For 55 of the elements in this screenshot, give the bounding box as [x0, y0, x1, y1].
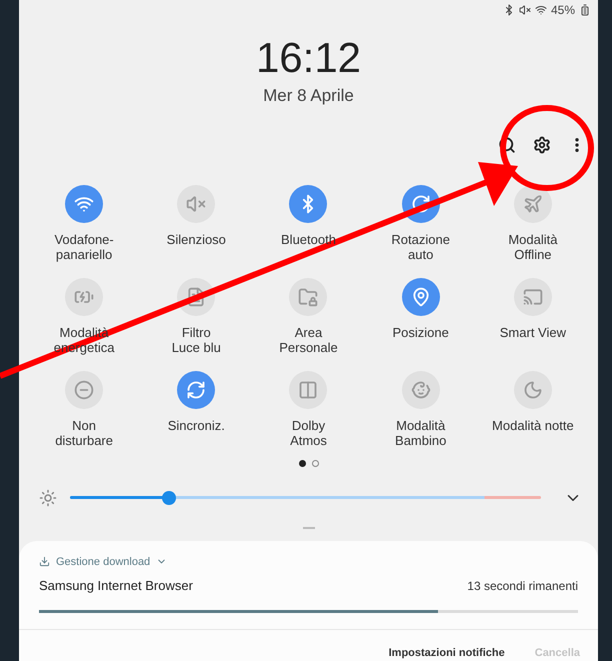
folder-icon	[298, 286, 318, 307]
toggle-label: Modalità notte	[492, 418, 574, 433]
toggle-button[interactable]	[177, 370, 216, 409]
search-icon[interactable]	[498, 136, 516, 154]
battery-status-icon	[579, 4, 591, 16]
toggle-label: Non disturbare	[55, 418, 113, 448]
minus-circle-icon	[74, 380, 94, 400]
toggle-label: Smart View	[500, 324, 566, 340]
toggle-button[interactable]	[65, 278, 104, 316]
toggle-button[interactable]	[514, 278, 552, 316]
brightness-slider[interactable]	[70, 490, 541, 505]
toggle-button[interactable]	[402, 370, 440, 409]
notification-title: Samsung Internet Browser	[39, 577, 193, 595]
toggle-label: Filtro Luce blu	[172, 324, 221, 355]
cast-icon	[522, 286, 543, 307]
download-icon	[39, 556, 50, 568]
toggle-button[interactable]	[514, 370, 552, 409]
sync-icon	[186, 380, 206, 400]
toggle-label: Area Personale	[279, 324, 338, 355]
location-pin-icon	[410, 286, 431, 307]
mute-icon	[186, 194, 206, 214]
toggle-button[interactable]	[289, 278, 328, 316]
app-name: Gestione download	[56, 554, 150, 570]
toggle-label: Bluetooth	[281, 232, 336, 247]
settings-icon[interactable]	[533, 136, 551, 154]
time-remaining: 13 secondi rimanenti	[467, 578, 578, 595]
battery-percent: 45%	[550, 2, 575, 19]
toggle-label: Modalità Bambino	[395, 418, 446, 448]
toggle-button[interactable]	[289, 370, 328, 409]
date-text: Mer 8 Aprile	[263, 84, 354, 107]
toggle-label: Vodafone- panariello	[54, 232, 114, 262]
toggle-button[interactable]	[65, 184, 104, 223]
document-icon	[186, 286, 206, 307]
toggle-label: Rotazione auto	[391, 232, 450, 262]
dolby-icon	[298, 380, 318, 400]
notification-action[interactable]: Impostazioni notifiche	[388, 644, 505, 661]
toggle-button[interactable]	[402, 278, 440, 316]
toggle-label: Modalità Offline	[508, 232, 558, 262]
drag-handle[interactable]	[302, 526, 314, 528]
airplane-icon	[522, 194, 543, 214]
toggle-label: Sincroniz.	[168, 418, 225, 433]
toggle-button[interactable]	[65, 370, 104, 409]
brightness-icon	[39, 488, 57, 507]
rotate-icon	[410, 194, 431, 214]
toggle-button[interactable]	[514, 184, 552, 223]
slider-thumb[interactable]	[162, 490, 176, 505]
toggle-label: Posizione	[392, 324, 449, 340]
toggle-label: Dolby Atmos	[290, 418, 327, 448]
toggle-button[interactable]	[177, 184, 216, 223]
moon-icon	[522, 380, 543, 400]
child-face-icon	[410, 380, 431, 400]
toggle-label: Silenzioso	[166, 232, 226, 247]
clock-time: 16:12	[256, 34, 362, 82]
toggle-button[interactable]	[289, 184, 328, 223]
mute-status-icon	[518, 4, 531, 16]
